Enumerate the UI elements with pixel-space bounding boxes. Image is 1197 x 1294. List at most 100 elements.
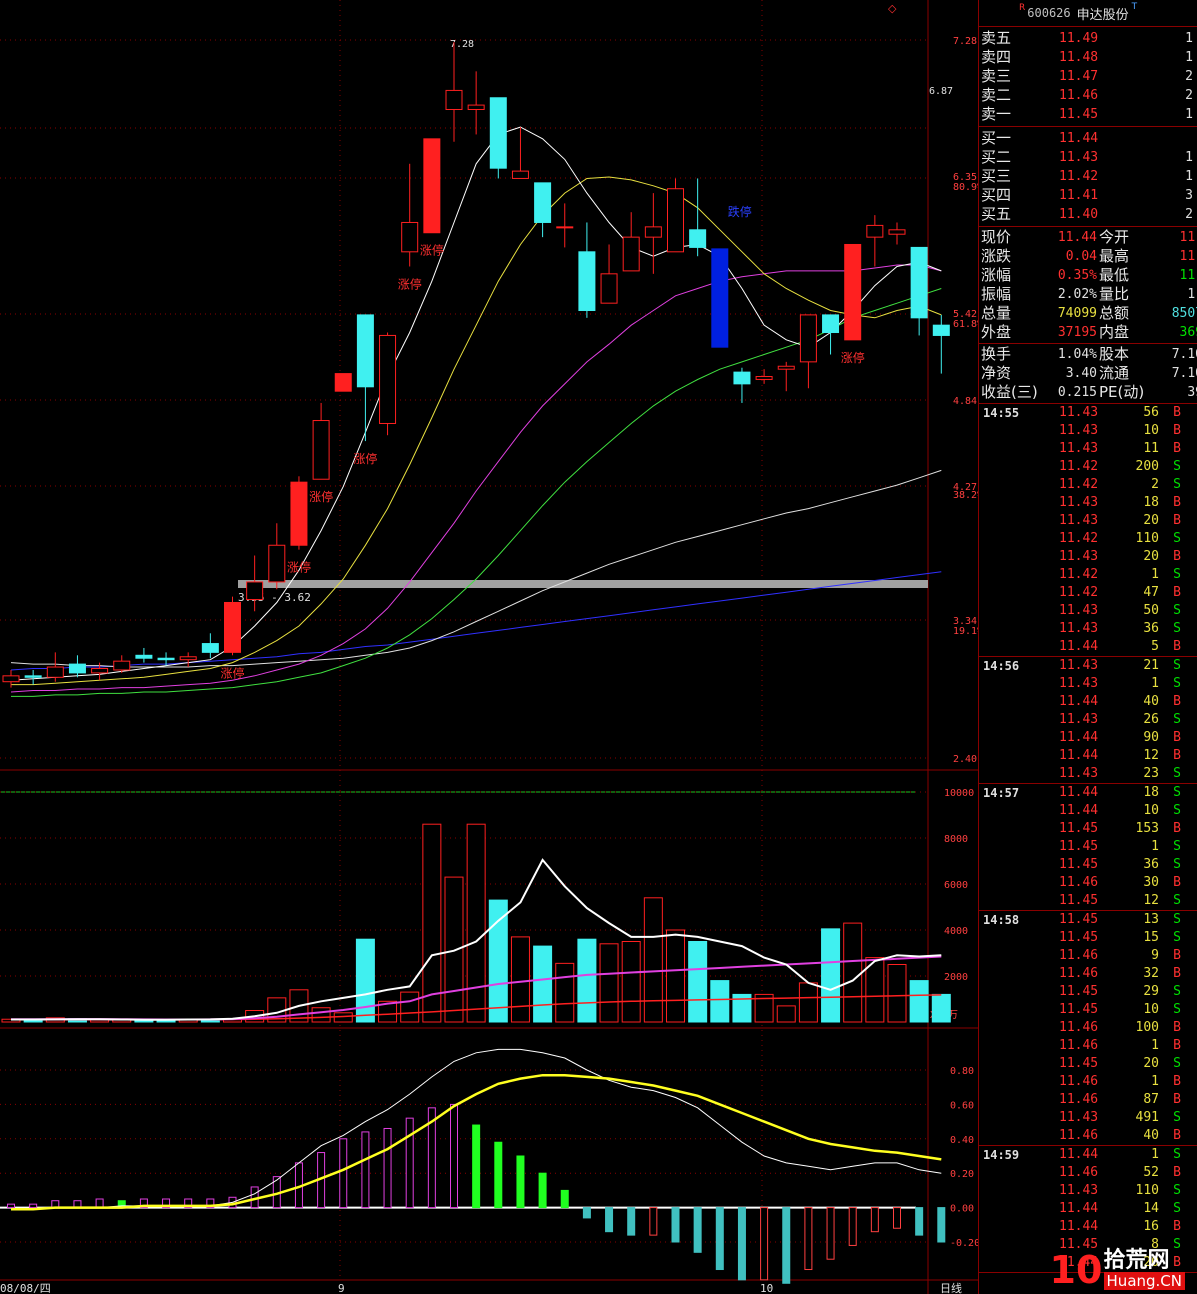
buy-order-row[interactable]: 买二 11.43 1 — [979, 148, 1197, 167]
tick-row: 11.46 30 B — [979, 874, 1197, 892]
tick-price: 11.43 — [1059, 658, 1099, 673]
tick-side: S — [1173, 676, 1181, 691]
tick-side: S — [1173, 531, 1181, 546]
diamond-icon: ◇ — [888, 2, 897, 15]
tick-price: 11.44 — [1059, 803, 1099, 818]
macd-histogram-bar — [760, 1207, 769, 1281]
stat-row: 换手 1.04%股本 7.10 — [979, 345, 1197, 364]
candle-body — [622, 236, 640, 272]
tick-row: 11.46 1 B — [979, 1073, 1197, 1091]
buy-order-label: 买三 — [981, 167, 1012, 185]
period-label: 日线 — [940, 1281, 962, 1294]
volume-bar — [666, 929, 685, 1023]
stat-value: 11. — [1179, 268, 1197, 283]
sell-order-row[interactable]: 卖一 11.45 1 — [979, 105, 1197, 124]
limit-down-label: 跌停 — [728, 204, 752, 219]
volume-axis-label: 6000 — [944, 880, 968, 891]
tick-side: B — [1173, 1038, 1181, 1053]
tick-price: 11.46 — [1059, 966, 1099, 981]
tick-row: 11.43 1 S — [979, 675, 1197, 693]
macd-histogram-bar — [782, 1207, 791, 1284]
tick-price: 11.44 — [1059, 1201, 1099, 1216]
buy-order-label: 买二 — [981, 148, 1012, 166]
sell-order-row[interactable]: 卖四 11.48 1 — [979, 48, 1197, 67]
candle-body — [844, 243, 862, 341]
stat-label: 量比 — [1099, 285, 1130, 303]
kline-chart[interactable]: 7.286.876.3580.9%5.4261.8%4.844.2738.2%3… — [0, 0, 978, 1294]
macd-histogram-bar — [560, 1189, 569, 1209]
tick-minute-group: 14:56 11.43 21 S 11.43 1 S 11.44 40 B 11.43 26 S 11.4… — [979, 657, 1197, 784]
candle-body — [135, 654, 153, 659]
tick-price: 11.43 — [1059, 495, 1099, 510]
tick-side: S — [1173, 658, 1181, 673]
sell-order-label: 卖四 — [981, 48, 1012, 66]
buy-order-row[interactable]: 买三 11.42 1 — [979, 167, 1197, 186]
tick-row: 11.45 15 S — [979, 929, 1197, 947]
sell-order-label: 卖三 — [981, 67, 1012, 85]
limit-up-label: 涨停 — [309, 489, 333, 504]
tick-price: 11.44 — [1059, 730, 1099, 745]
candle-body — [290, 481, 308, 546]
sell-order-row[interactable]: 卖五 11.49 1 — [979, 29, 1197, 48]
r-mark: R — [1019, 3, 1026, 13]
tick-price: 11.43 — [1059, 441, 1099, 456]
tick-price: 11.46 — [1059, 948, 1099, 963]
candle-body — [866, 224, 884, 238]
buy-order-row[interactable]: 买四 11.41 3 — [979, 186, 1197, 205]
sell-order-row[interactable]: 卖二 11.46 2 — [979, 86, 1197, 105]
macd-histogram-bar — [361, 1131, 370, 1209]
stock-code: 600626 — [1027, 6, 1071, 20]
buy-order-row[interactable]: 买五 11.40 2 — [979, 205, 1197, 224]
macd-histogram-bar — [339, 1138, 348, 1209]
stat-row: 净资 3.40流通 7.10 — [979, 364, 1197, 383]
tick-row: 11.45 10 S — [979, 1001, 1197, 1019]
tick-price: 11.45 — [1059, 821, 1099, 836]
tick-volume: 23 — [1143, 766, 1159, 781]
candle-body — [379, 334, 397, 424]
tick-price: 11.43 — [1059, 621, 1099, 636]
sell-order-row[interactable]: 卖三 11.47 2 — [979, 67, 1197, 86]
volume-bar — [466, 823, 486, 1023]
tick-row: 11.45 20 S — [979, 1055, 1197, 1073]
tick-side: B — [1173, 966, 1181, 981]
tick-list[interactable]: 14:55 11.43 56 B 11.43 10 B 11.43 11 B 11.42 200 S 11… — [979, 404, 1197, 1273]
tick-price: 11.45 — [1059, 984, 1099, 999]
stat-value: 37195 — [1057, 325, 1097, 340]
tick-row: 11.43 11 B — [979, 440, 1197, 458]
stat-value: 1.04% — [1057, 347, 1097, 362]
tick-volume: 18 — [1143, 785, 1159, 800]
stat-row: 总量 74099总额 8507 — [979, 304, 1197, 323]
stat-value: 0.04 — [1065, 249, 1097, 264]
tick-row: 11.43 10 B — [979, 422, 1197, 440]
candle-body — [201, 643, 219, 653]
macd-histogram-bar — [516, 1155, 525, 1209]
tick-row: 11.46 87 B — [979, 1091, 1197, 1109]
tick-side: S — [1173, 857, 1181, 872]
tick-side: S — [1173, 803, 1181, 818]
tick-side: B — [1173, 441, 1181, 456]
tick-price: 11.43 — [1059, 676, 1099, 691]
ma60-line — [10, 469, 942, 668]
tick-side: B — [1173, 1219, 1181, 1234]
tick-side: B — [1173, 1020, 1181, 1035]
macd-histogram-bar — [627, 1207, 636, 1236]
candle-body — [113, 660, 131, 671]
watermark-text: 拾荒网 — [1103, 1248, 1170, 1273]
buy-order-row[interactable]: 买一 11.44 — [979, 129, 1197, 148]
macd-axis-label: -0.20 — [950, 1238, 978, 1249]
tick-volume: 153 — [1135, 821, 1159, 836]
candle-body — [312, 420, 330, 480]
tick-side: S — [1173, 1056, 1181, 1071]
stat-label: 股本 — [1099, 345, 1130, 363]
tick-price: 11.44 — [1059, 694, 1099, 709]
tick-row: 11.46 1 B — [979, 1037, 1197, 1055]
stat-label: 净资 — [981, 364, 1012, 382]
tick-price: 11.44 — [1059, 785, 1099, 800]
stat-value: 11. — [1179, 230, 1197, 245]
macd-histogram-bar — [826, 1207, 835, 1260]
candle-body — [445, 89, 463, 110]
tick-volume: 20 — [1143, 1056, 1159, 1071]
sell-order-price: 11.47 — [1059, 69, 1099, 84]
tick-side: S — [1173, 984, 1181, 999]
tick-volume: 20 — [1143, 549, 1159, 564]
